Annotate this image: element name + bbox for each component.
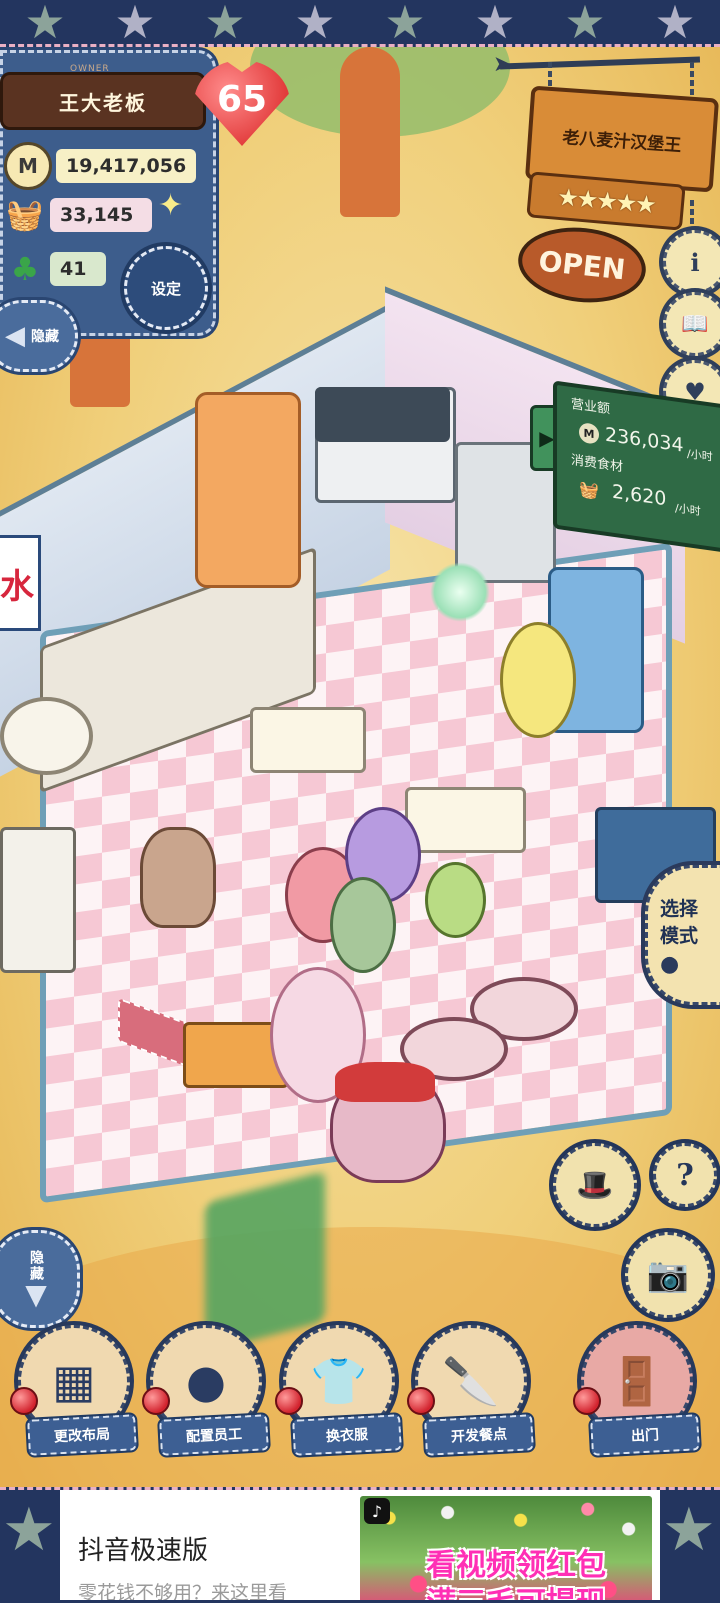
sparkle-effect	[430, 562, 490, 622]
star-decoration-icon: ★	[654, 0, 696, 47]
info-button[interactable]: i	[663, 230, 720, 294]
select-mode-button[interactable]: 选择 模式 ●	[645, 865, 720, 1005]
orange-fridge[interactable]	[195, 392, 301, 588]
dining-table[interactable]	[405, 787, 526, 853]
camera-button[interactable]: 📷	[625, 1232, 711, 1318]
settings-label: 设定	[150, 279, 181, 298]
mode-label-line2: 模式	[660, 924, 699, 947]
coin-icon: M	[4, 142, 52, 190]
food-consumed-value: 2,620	[612, 480, 667, 511]
ad-banner-line2: 满三毛可提现	[396, 1578, 636, 1600]
money-row: M 19,417,056	[4, 142, 196, 190]
shop-name: 老八麦汁汉堡王	[561, 127, 682, 156]
food-row: 🧺 33,145	[4, 194, 152, 236]
dining-table[interactable]	[250, 707, 366, 773]
shop-status: OPEN	[537, 244, 627, 286]
star-decoration-icon: ★	[662, 1495, 716, 1565]
customer-character[interactable]	[425, 862, 486, 938]
player-level: 65	[216, 78, 268, 120]
hide-actions-button[interactable]: 隐藏 ▼	[0, 1230, 80, 1328]
star-decoration-icon: ★	[24, 0, 66, 47]
hide-label: 隐藏	[31, 329, 59, 345]
action-change-layout[interactable]: ▦ 更改布局	[10, 1325, 137, 1456]
action-change-clothes[interactable]: 👕 换衣服	[275, 1325, 402, 1456]
ice-cream-topping	[335, 1062, 435, 1102]
star-decoration-icon: ★	[114, 0, 156, 47]
ad-banner[interactable]: 抖音极速版 零花钱不够用？来这里看 ♪ 看视频领红包 满三毛可提现	[60, 1490, 660, 1600]
food-consumed-unit: /小时	[675, 501, 701, 519]
action-go-out[interactable]: 🚪 出门	[573, 1325, 700, 1456]
drink-sign-char: 水	[0, 566, 34, 607]
help-button[interactable]: ?	[653, 1143, 717, 1207]
coin-icon: M	[579, 422, 599, 445]
arrow-down-icon: ▼	[25, 1278, 47, 1311]
pin-icon	[10, 1387, 38, 1415]
top-star-border: ★ ★ ★ ★ ★ ★ ★ ★	[0, 0, 720, 47]
action-label: 换衣服	[292, 1414, 402, 1456]
star-decoration-icon: ★	[384, 0, 426, 47]
question-icon: ?	[676, 1157, 694, 1193]
hat-button[interactable]: 🎩	[553, 1143, 637, 1227]
owner-name-plate: 王大老板	[0, 72, 206, 130]
sales-label: 营业额	[571, 396, 611, 418]
staff-character[interactable]	[500, 622, 576, 738]
owner-tag: OWNER	[70, 64, 110, 74]
action-label: 更改布局	[27, 1414, 137, 1456]
arrow-left-icon: ◀	[5, 321, 25, 351]
pin-icon	[407, 1387, 435, 1415]
pin-icon	[142, 1387, 170, 1415]
info-icon: i	[690, 247, 700, 277]
money-value: 19,417,056	[56, 149, 196, 183]
star-decoration-icon: ★	[204, 0, 246, 47]
food-value: 33,145	[50, 198, 152, 232]
clover-value: 41	[50, 252, 106, 286]
action-label: 出门	[590, 1414, 700, 1456]
settings-button[interactable]: 设定	[124, 246, 208, 330]
clover-row: ♣ 41	[4, 248, 106, 290]
sales-unit: /小时	[687, 447, 713, 464]
dessert-display-case[interactable]	[0, 827, 76, 973]
ad-subtitle: 零花钱不够用？来这里看	[78, 1583, 288, 1600]
action-assign-staff[interactable]: ● 配置员工	[142, 1325, 269, 1456]
action-label: 开发餐点	[424, 1414, 534, 1456]
tree-trunk	[340, 47, 400, 217]
book-icon: 📖	[681, 311, 709, 337]
customer-character[interactable]	[330, 877, 396, 973]
sales-value: 236,034	[605, 423, 684, 457]
camera-icon: 📷	[646, 1255, 690, 1295]
star-decoration-icon: ★	[294, 0, 336, 47]
stove-top	[315, 387, 450, 442]
round-table[interactable]	[0, 697, 93, 775]
pin-icon	[573, 1387, 601, 1415]
recipe-book-button[interactable]: 📖	[663, 292, 720, 356]
ad-app-name: 抖音极速版	[78, 1535, 209, 1565]
drink-sign: 水	[0, 535, 41, 631]
hat-icon: 🎩	[576, 1167, 614, 1203]
customer-character[interactable]	[140, 827, 216, 928]
pin-icon	[275, 1387, 303, 1415]
arrow-hook-icon: ➤	[493, 52, 512, 77]
sparkle-icon: ✦	[158, 188, 184, 223]
food-basket-icon: 🧺	[6, 197, 44, 233]
revenue-board: 营业额 M 236,034 /小时 消费食材 🧺 2,620 /小时	[553, 380, 720, 554]
clover-icon: ♣	[10, 250, 40, 288]
mode-label-line1: 选择	[660, 897, 699, 920]
ad-image[interactable]: ♪ 看视频领红包 满三毛可提现	[360, 1496, 652, 1600]
action-label: 配置员工	[159, 1414, 269, 1456]
star-decoration-icon: ★	[564, 0, 606, 47]
action-develop-dishes[interactable]: 🔪 开发餐点	[407, 1325, 534, 1456]
owner-name: 王大老板	[59, 90, 147, 115]
food-consumed-label: 消费食材	[571, 452, 624, 476]
hide-panel-button[interactable]: ◀ 隐藏	[0, 300, 78, 372]
star-decoration-icon: ★	[474, 0, 516, 47]
star-decoration-icon: ★	[2, 1495, 56, 1565]
food-basket-icon: 🧺	[579, 478, 599, 501]
tiktok-logo-icon: ♪	[364, 1498, 390, 1524]
rating-stars-icon: ★★★★★	[556, 182, 656, 220]
bear-head-icon: ●	[660, 951, 680, 977]
